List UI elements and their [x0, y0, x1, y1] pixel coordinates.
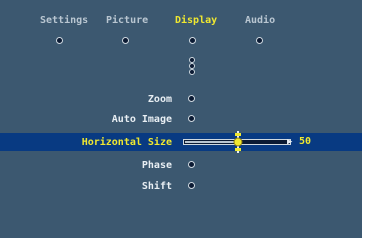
tab-indicator-dot: [256, 37, 263, 44]
tab-display[interactable]: Display: [175, 15, 217, 26]
tab-picture[interactable]: Picture: [106, 15, 148, 26]
menu-item-dot: [188, 161, 195, 168]
menu-item-horizontal-size[interactable]: Horizontal Size: [82, 137, 172, 148]
menu-item-auto-image[interactable]: Auto Image: [112, 114, 172, 125]
slider-fill: [185, 141, 237, 143]
tab-indicator-dot: [122, 37, 129, 44]
menu-item-shift[interactable]: Shift: [142, 181, 172, 192]
tab-settings[interactable]: Settings: [40, 15, 88, 26]
menu-item-dot: [188, 95, 195, 102]
osd-menu-panel: Settings Picture Display Audio Zoom Auto…: [0, 0, 362, 238]
menu-item-dot: [188, 115, 195, 122]
tab-indicator-dot: [189, 37, 196, 44]
slider-thumb-icon[interactable]: [233, 131, 243, 153]
tab-indicator-dot: [56, 37, 63, 44]
menu-item-zoom[interactable]: Zoom: [148, 94, 172, 105]
slider-value: 50: [299, 136, 312, 147]
menu-item-dot: [188, 182, 195, 189]
tab-audio[interactable]: Audio: [245, 15, 275, 26]
slider-right-arrow-icon[interactable]: ▶: [287, 137, 292, 147]
scroll-indicator-dot: [189, 69, 195, 75]
menu-item-phase[interactable]: Phase: [142, 160, 172, 171]
